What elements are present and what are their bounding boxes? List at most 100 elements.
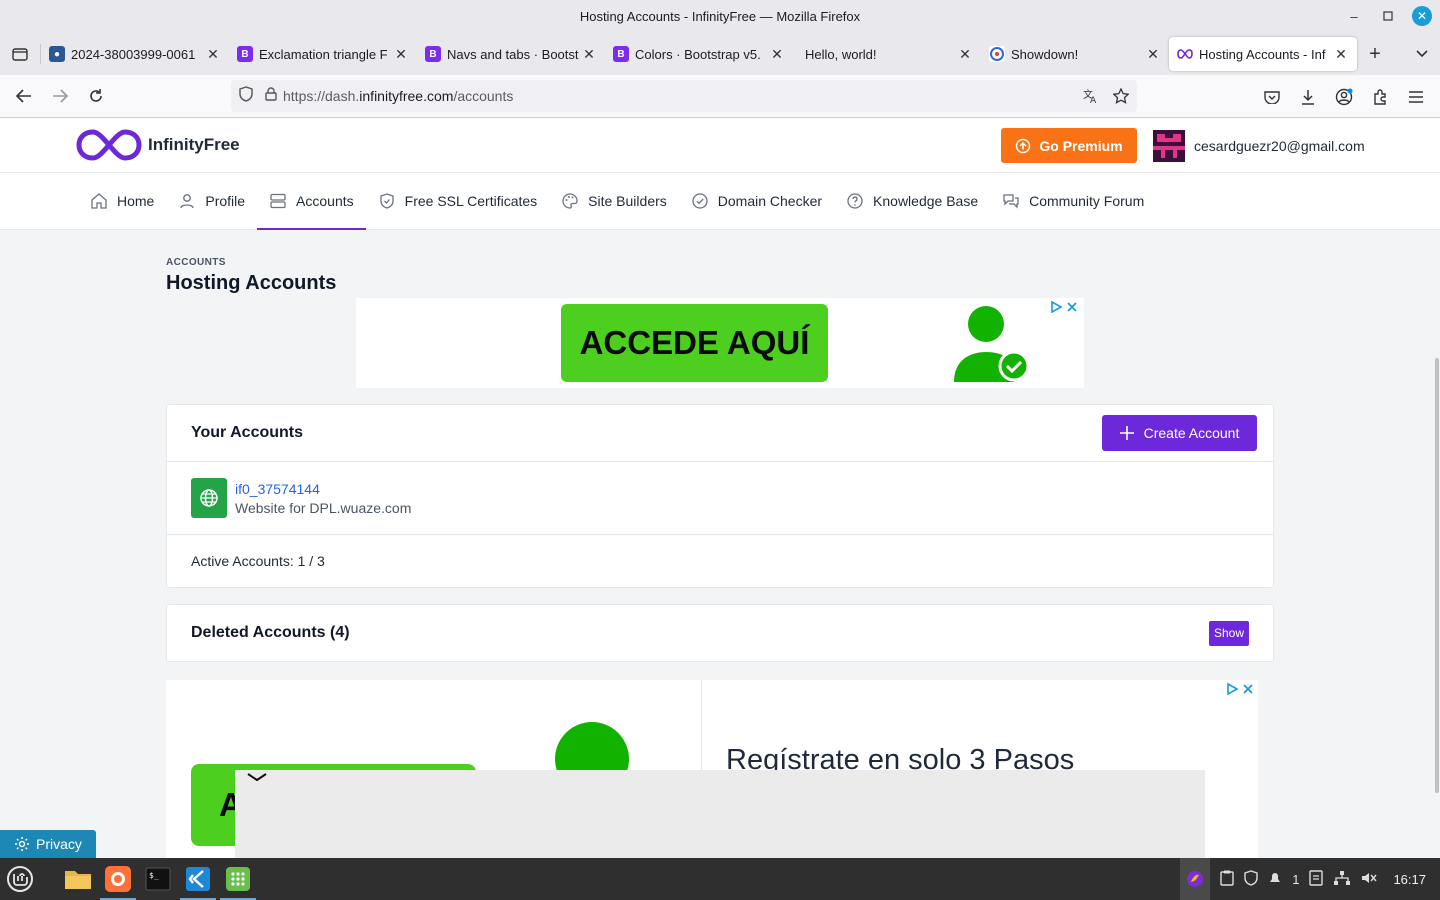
ad-cta-button[interactable]: ACCEDE AQUÍ	[561, 304, 828, 382]
shield-icon	[379, 193, 394, 209]
close-tab-icon[interactable]: ✕	[1333, 46, 1349, 63]
nav-item-knowledge-base[interactable]: Knowledge Base	[834, 173, 990, 229]
firefox-view-button[interactable]	[0, 33, 40, 75]
network-icon[interactable]	[1333, 870, 1351, 889]
tab-hosting-accounts[interactable]: Hosting Accounts - Inf ✕	[1169, 37, 1357, 71]
question-icon	[847, 193, 863, 209]
tab-document[interactable]: ● 2024-38003999-0061 ✕	[41, 37, 229, 71]
ad-user-check-icon	[954, 306, 1030, 382]
arrow-left-icon	[16, 89, 31, 103]
adchoices-icon[interactable]	[1226, 682, 1239, 700]
chat-icon	[1003, 194, 1019, 209]
system-tray: 1 16:17	[1180, 858, 1440, 900]
account-row[interactable]: if0_37574144 Website for DPL.wuaze.com	[167, 462, 1273, 535]
collapse-chevron-icon[interactable]	[246, 770, 268, 788]
palette-icon	[562, 193, 578, 209]
deleted-accounts-title: Deleted Accounts (4)	[191, 624, 350, 641]
svg-text:$_: $_	[149, 871, 159, 880]
minimize-button[interactable]: –	[1344, 6, 1364, 26]
firefox-view-icon	[12, 48, 28, 61]
close-tab-icon[interactable]: ✕	[1145, 46, 1161, 63]
url-text[interactable]: https://dash.infinityfree.com/accounts	[283, 88, 513, 104]
bootstrap-favicon-icon: B	[425, 46, 441, 62]
new-tab-button[interactable]: +	[1357, 37, 1393, 71]
clock[interactable]: 16:17	[1393, 872, 1426, 887]
tab-hello-world[interactable]: Hello, world! ✕	[793, 37, 981, 71]
adchoices-icon[interactable]	[1050, 300, 1063, 318]
close-tab-icon[interactable]: ✕	[769, 46, 785, 63]
show-deleted-button[interactable]: Show	[1209, 620, 1249, 646]
plus-icon	[1119, 426, 1134, 440]
close-tab-icon[interactable]: ✕	[205, 46, 221, 63]
chevron-down-icon	[1416, 50, 1428, 58]
browser-toolbar: https://dash.infinityfree.com/accounts 文…	[0, 75, 1440, 118]
downloads-icon[interactable]	[1292, 81, 1324, 113]
nav-item-accounts[interactable]: Accounts	[257, 173, 366, 230]
update-manager-icon[interactable]	[1309, 869, 1324, 889]
window-titlebar: Hosting Accounts - InfinityFree — Mozill…	[0, 0, 1440, 33]
menu-hamburger-icon[interactable]	[1400, 81, 1432, 113]
back-button[interactable]	[6, 80, 42, 112]
close-tab-icon[interactable]: ✕	[957, 46, 973, 63]
nav-item-profile[interactable]: Profile	[166, 173, 257, 229]
tab-showdown[interactable]: Showdown! ✕	[981, 37, 1169, 71]
ad-close-icon[interactable]	[1066, 300, 1078, 318]
list-all-tabs-button[interactable]	[1404, 37, 1440, 71]
start-menu-button[interactable]	[0, 858, 40, 900]
mint-logo-icon	[7, 866, 33, 892]
tab-bootstrap-navs[interactable]: B Navs and tabs · Bootst ✕	[417, 37, 605, 71]
url-bar[interactable]: https://dash.infinityfree.com/accounts 文…	[231, 80, 1137, 112]
files-app-icon[interactable]	[58, 858, 98, 900]
tab-bootstrap-exclamation[interactable]: B Exclamation triangle F ✕	[229, 37, 417, 71]
create-account-button[interactable]: Create Account	[1102, 415, 1257, 451]
ad-banner-top[interactable]: ACCEDE AQUÍ	[356, 298, 1084, 388]
tab-bootstrap-colors[interactable]: B Colors · Bootstrap v5. ✕	[605, 37, 793, 71]
reload-button[interactable]	[78, 80, 114, 112]
pocket-icon[interactable]	[1256, 81, 1288, 113]
home-icon	[91, 193, 107, 209]
bookmark-star-icon[interactable]	[1109, 84, 1133, 108]
lock-icon[interactable]	[265, 86, 277, 106]
close-tab-icon[interactable]: ✕	[393, 46, 409, 63]
sticky-ad-overlay[interactable]	[235, 770, 1205, 858]
clipboard-icon[interactable]	[1220, 870, 1234, 889]
page-scrollbar[interactable]	[1435, 358, 1439, 793]
infinity-logo-icon	[76, 129, 142, 161]
infinity-favicon-icon	[1177, 46, 1193, 62]
window-title: Hosting Accounts - InfinityFree — Mozill…	[579, 9, 861, 24]
privacy-button[interactable]: Privacy	[0, 830, 96, 858]
forward-button[interactable]	[42, 80, 78, 112]
notification-count: 1	[1292, 871, 1300, 887]
go-premium-button[interactable]: Go Premium	[1001, 128, 1137, 163]
maximize-icon	[1383, 11, 1393, 21]
user-menu[interactable]: cesardguezr20@gmail.com	[1153, 130, 1365, 162]
card-title: Your Accounts	[191, 424, 304, 441]
nav-item-home[interactable]: Home	[78, 173, 166, 229]
vscode-app-icon[interactable]	[178, 858, 218, 900]
nav-item-community-forum[interactable]: Community Forum	[990, 173, 1156, 229]
arrow-up-circle-icon	[1016, 138, 1031, 153]
calculator-app-icon[interactable]	[218, 858, 258, 900]
ad-close-icon[interactable]	[1242, 682, 1254, 700]
extensions-icon[interactable]	[1364, 81, 1396, 113]
notifications-icon[interactable]	[1268, 871, 1282, 888]
account-id-link[interactable]: if0_37574144	[235, 481, 411, 497]
bootstrap-favicon-icon: B	[237, 46, 253, 62]
terminal-app-icon[interactable]: $_	[138, 858, 178, 900]
close-window-button[interactable]: ✕	[1412, 6, 1432, 26]
volume-muted-icon[interactable]	[1361, 871, 1377, 888]
close-tab-icon[interactable]: ✕	[581, 46, 597, 63]
translate-icon[interactable]: 文A	[1079, 84, 1103, 108]
active-accounts-count: Active Accounts: 1 / 3	[191, 553, 325, 569]
nav-item-site-builders[interactable]: Site Builders	[549, 173, 679, 229]
tray-app-icon[interactable]	[1180, 858, 1211, 900]
nav-item-domain-checker[interactable]: Domain Checker	[679, 173, 834, 229]
maximize-button[interactable]	[1378, 6, 1398, 26]
firefox-app-icon[interactable]	[98, 858, 138, 900]
shield-tray-icon[interactable]	[1244, 869, 1258, 889]
account-icon[interactable]	[1328, 81, 1360, 113]
nav-item-ssl[interactable]: Free SSL Certificates	[366, 173, 550, 229]
tracking-shield-icon[interactable]	[239, 85, 253, 107]
infinityfree-logo[interactable]: InfinityFree	[76, 128, 240, 162]
document-favicon-icon: ●	[49, 46, 65, 62]
